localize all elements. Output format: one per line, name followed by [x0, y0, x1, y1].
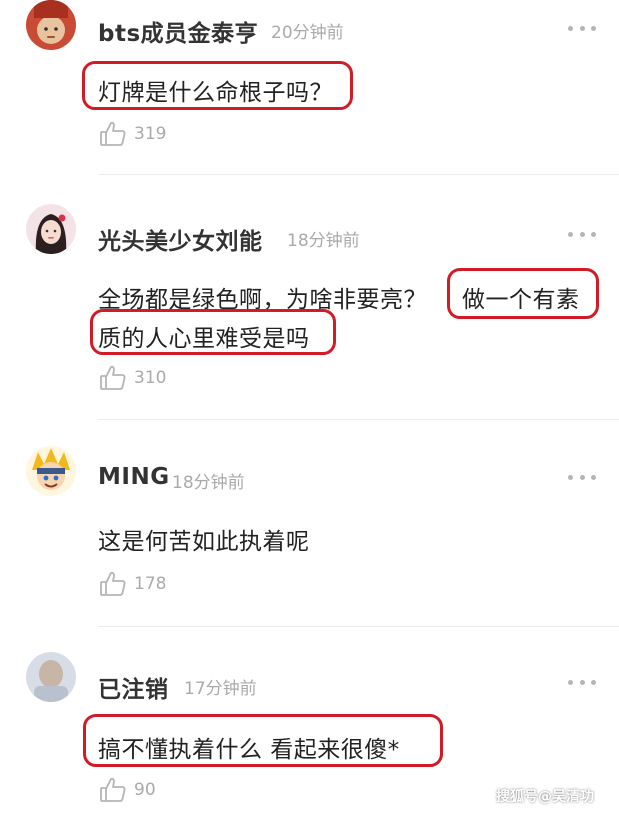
comment-text: 这是何苦如此执着呢 [98, 529, 310, 555]
avatar[interactable] [26, 0, 76, 50]
timestamp: 18分钟前 [287, 231, 360, 251]
like-button[interactable]: 178 [98, 568, 166, 600]
comment-item: bts成员金泰亨 20分钟前 灯牌是什么命根子吗？ 319 [0, 0, 619, 175]
username[interactable]: MING [98, 464, 170, 490]
username[interactable]: bts成员金泰亨 [98, 14, 258, 48]
watermark: 搜狐号@吴清功 [496, 789, 594, 805]
like-button[interactable]: 310 [98, 362, 166, 394]
username[interactable]: 已注销 [98, 670, 169, 704]
thumbs-up-icon [100, 121, 126, 146]
like-count: 310 [134, 368, 167, 388]
timestamp: 18分钟前 [172, 473, 245, 493]
username[interactable]: 光头美少女刘能 [98, 222, 263, 256]
like-count: 90 [134, 780, 156, 800]
divider [98, 174, 619, 175]
avatar[interactable] [26, 204, 76, 254]
more-options-icon[interactable] [568, 24, 596, 32]
like-count: 319 [134, 124, 167, 144]
timestamp: 20分钟前 [271, 23, 344, 43]
more-options-icon[interactable] [568, 230, 596, 238]
avatar-woman-icon [26, 204, 76, 254]
comment-item: 光头美少女刘能 18分钟前 全场都是绿色啊，为啥非要亮？ 做一个有素 质的人心里… [0, 200, 619, 420]
timestamp: 17分钟前 [184, 679, 257, 699]
thumbs-up-icon [100, 571, 126, 596]
comment-text-highlighted: 做一个有素 [462, 287, 580, 313]
like-count: 178 [134, 574, 167, 594]
thumbs-up-icon [100, 365, 126, 390]
divider [98, 419, 619, 420]
avatar-cartoon-icon [26, 446, 76, 496]
avatar[interactable] [26, 652, 76, 702]
divider [98, 626, 619, 627]
comment-text: 全场都是绿色啊，为啥非要亮？ [98, 287, 427, 313]
like-button[interactable]: 319 [98, 118, 166, 150]
comment-text-line2: 质的人心里难受是吗 [98, 326, 310, 352]
comment-text: 搞不懂执着什么 看起来很傻* [98, 737, 400, 763]
avatar-man-icon [26, 0, 76, 50]
avatar-blurred-icon [26, 652, 76, 702]
more-options-icon[interactable] [568, 678, 596, 686]
comment-text: 灯牌是什么命根子吗？ [98, 80, 333, 106]
avatar[interactable] [26, 446, 76, 496]
thumbs-up-icon [100, 777, 126, 802]
comment-item: MING 18分钟前 这是何苦如此执着呢 178 [0, 444, 619, 628]
more-options-icon[interactable] [568, 473, 596, 481]
like-button[interactable]: 90 [98, 774, 156, 806]
